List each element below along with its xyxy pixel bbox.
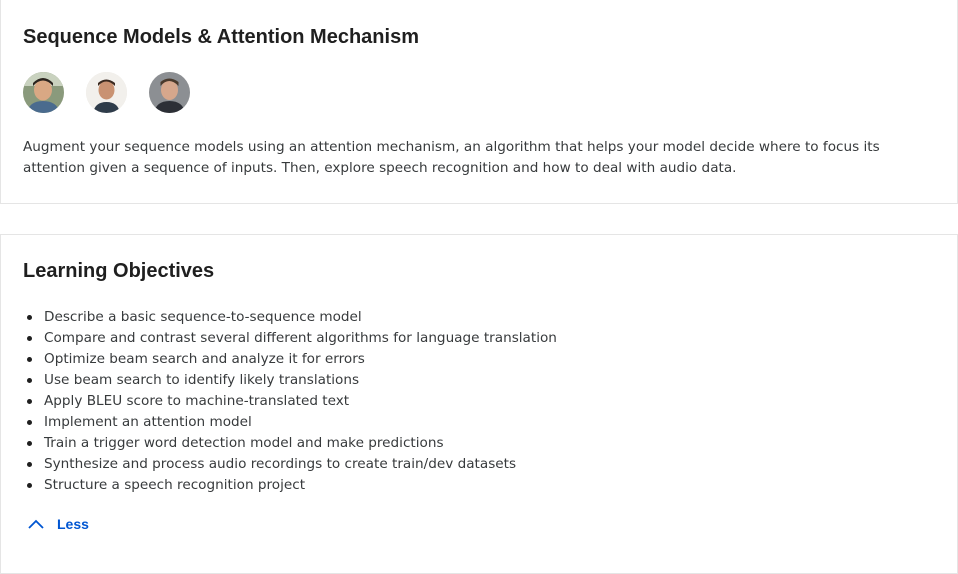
objective-item: Synthesize and process audio recordings … [23,454,557,475]
module-card: Sequence Models & Attention Mechanism Au… [0,0,958,204]
instructor-avatar-3[interactable] [149,72,190,113]
objective-item: Structure a speech recognition project [23,475,557,496]
show-less-button[interactable]: Less [27,516,89,532]
instructor-avatar-2[interactable] [86,72,127,113]
learning-objectives-card: Learning Objectives Describe a basic seq… [0,234,958,574]
objective-item: Implement an attention model [23,412,557,433]
objective-item: Describe a basic sequence-to-sequence mo… [23,307,557,328]
objectives-list: Describe a basic sequence-to-sequence mo… [23,307,557,496]
module-description: Augment your sequence models using an at… [23,139,880,176]
instructor-avatar-1[interactable] [23,72,64,113]
objective-item: Optimize beam search and analyze it for … [23,349,557,370]
chevron-up-icon [28,519,44,529]
objective-item: Compare and contrast several different a… [23,328,557,349]
module-title: Sequence Models & Attention Mechanism [23,26,419,48]
instructor-avatars [23,72,190,113]
objective-item: Use beam search to identify likely trans… [23,370,557,391]
learning-objectives-title: Learning Objectives [23,260,215,282]
objective-item: Train a trigger word detection model and… [23,433,557,454]
show-less-label: Less [57,516,89,532]
objective-item: Apply BLEU score to machine-translated t… [23,391,557,412]
